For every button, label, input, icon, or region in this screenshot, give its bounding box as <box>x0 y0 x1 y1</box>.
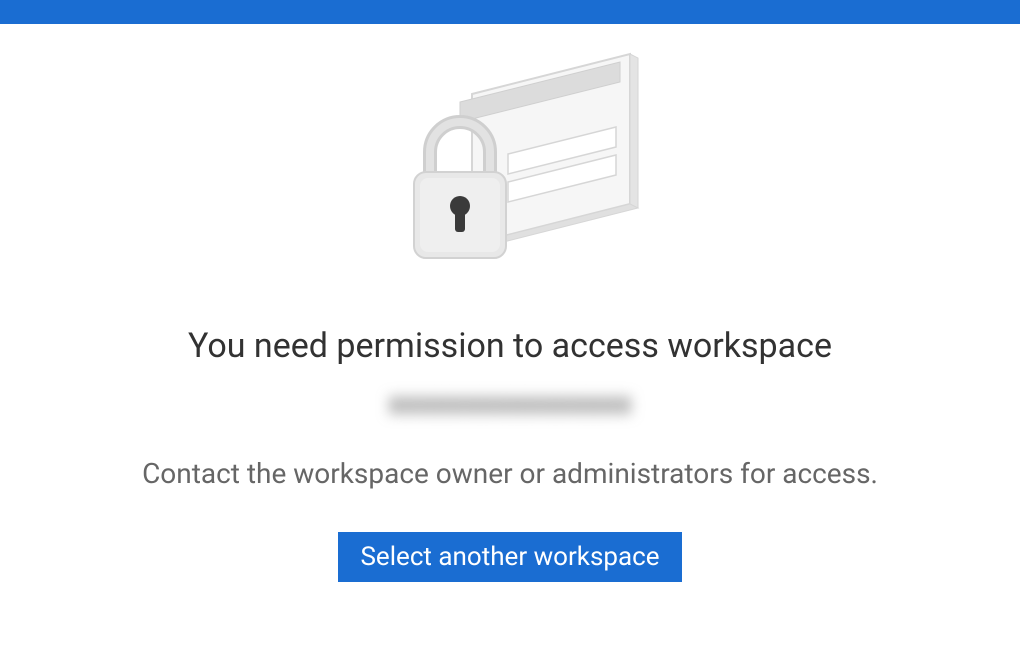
select-another-workspace-button[interactable]: Select another workspace <box>338 532 681 582</box>
permission-subtext: Contact the workspace owner or administr… <box>142 457 878 490</box>
permission-error-panel: You need permission to access workspace … <box>0 24 1020 582</box>
workspace-name-blurred: xxxxxxxxxxxxxxxx <box>389 386 632 421</box>
top-accent-bar <box>0 0 1020 24</box>
permission-heading: You need permission to access workspace <box>188 324 832 368</box>
lock-card-icon <box>360 34 660 284</box>
